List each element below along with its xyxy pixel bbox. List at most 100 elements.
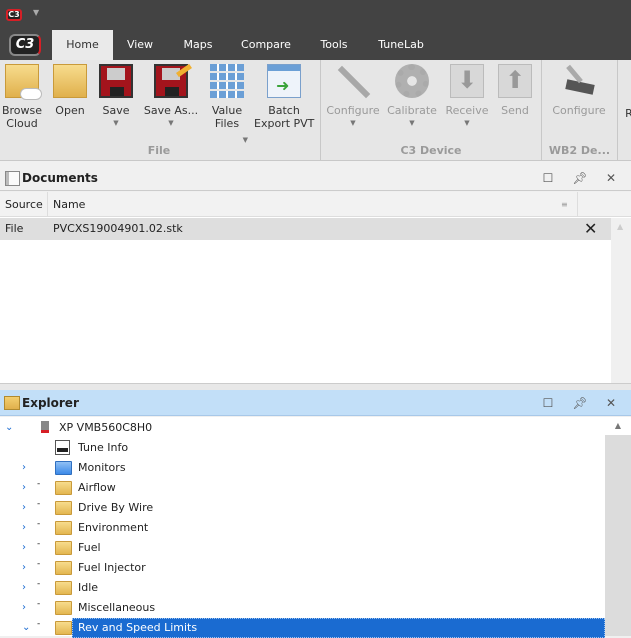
value-files-button[interactable]: Value Files ▼ bbox=[204, 64, 250, 144]
folder-icon bbox=[55, 581, 72, 595]
c3-configure-button[interactable]: Configure ▼ bbox=[326, 64, 380, 130]
chevron-right-icon[interactable]: › bbox=[22, 558, 26, 578]
tab-tunelab[interactable]: TuneLab bbox=[376, 30, 426, 60]
tree-item-rev-and-speed-limits[interactable]: ⌄ - Rev and Speed Limits bbox=[0, 618, 605, 638]
quick-access-dropdown[interactable]: ▼ bbox=[33, 8, 39, 17]
pin-icon[interactable]: 📌︎ bbox=[572, 390, 588, 416]
calibrate-button[interactable]: Calibrate ▼ bbox=[386, 64, 438, 130]
tab-view[interactable]: View bbox=[118, 30, 162, 60]
maximize-icon[interactable]: ☐ bbox=[540, 165, 556, 191]
tab-home[interactable]: Home bbox=[52, 30, 113, 60]
tune-file-icon bbox=[41, 421, 49, 433]
cloud-folder-icon bbox=[5, 64, 42, 100]
panel-title: Explorer bbox=[22, 396, 79, 410]
column-name[interactable]: Name bbox=[53, 192, 85, 217]
pin-icon[interactable]: 📌︎ bbox=[572, 165, 588, 191]
cell-name: PVCXS19004901.02.stk bbox=[53, 222, 183, 235]
chevron-right-icon[interactable]: › bbox=[22, 578, 26, 598]
column-source[interactable]: Source bbox=[5, 192, 43, 217]
group-label-wb2-device: WB2 De... bbox=[548, 144, 611, 157]
grid-header: Source Name ≡ bbox=[0, 192, 631, 217]
tree-item-drive-by-wire[interactable]: › - Drive By Wire bbox=[0, 498, 605, 518]
document-row[interactable]: File PVCXS19004901.02.stk ✕ bbox=[0, 218, 611, 240]
open-button[interactable]: Open bbox=[50, 64, 90, 117]
label: Value Files bbox=[211, 104, 243, 130]
divider bbox=[617, 60, 618, 160]
blue-folder-icon bbox=[55, 461, 72, 475]
truncated-button[interactable]: R bbox=[624, 107, 631, 120]
chevron-down-icon[interactable]: ⌄ bbox=[22, 618, 30, 638]
tree-item-environment[interactable]: › - Environment bbox=[0, 518, 605, 538]
documents-icon bbox=[5, 171, 20, 186]
tree-label: Fuel bbox=[78, 541, 101, 554]
chevron-right-icon[interactable]: › bbox=[22, 598, 26, 618]
label: Calibrate bbox=[387, 104, 437, 117]
maximize-icon[interactable]: ☐ bbox=[540, 390, 556, 416]
wrench-device-icon bbox=[562, 64, 596, 98]
grid-icon bbox=[210, 64, 244, 98]
tab-maps[interactable]: Maps bbox=[176, 30, 220, 60]
tree-label: Rev and Speed Limits bbox=[78, 621, 198, 634]
wb2-configure-button[interactable]: Configure bbox=[548, 64, 610, 117]
browse-cloud-button[interactable]: Browse Cloud bbox=[0, 64, 44, 130]
chevron-right-icon[interactable]: › bbox=[22, 518, 26, 538]
upload-arrow-icon: ⬆ bbox=[498, 64, 532, 98]
folder-icon bbox=[55, 481, 72, 495]
documents-grid: Source Name ≡ File PVCXS19004901.02.stk … bbox=[0, 192, 631, 383]
label: Browse Cloud bbox=[1, 104, 43, 130]
tree-item-miscellaneous[interactable]: › - Miscellaneous bbox=[0, 598, 605, 618]
close-document-icon[interactable]: ✕ bbox=[584, 218, 597, 240]
receive-button[interactable]: ⬇ Receive ▼ bbox=[442, 64, 492, 130]
documents-panel-header: Documents ☐ 📌︎ ✕ bbox=[0, 165, 631, 191]
send-button[interactable]: ⬆ Send bbox=[494, 64, 536, 117]
title-bar: C3 ▼ bbox=[0, 0, 631, 30]
group-label-file: File bbox=[147, 144, 171, 157]
tree-root[interactable]: ⌄ XP VMB560C8H0 bbox=[0, 418, 605, 438]
chevron-down-icon[interactable]: ⌄ bbox=[5, 418, 13, 438]
floppy-disk-icon bbox=[99, 64, 133, 98]
app-logo-icon[interactable]: C3 bbox=[6, 9, 22, 21]
chevron-right-icon[interactable]: › bbox=[22, 478, 26, 498]
sort-icon[interactable]: ≡ bbox=[561, 192, 568, 217]
folder-icon bbox=[55, 601, 72, 615]
cell-source: File bbox=[5, 222, 24, 235]
splitter[interactable] bbox=[0, 383, 631, 390]
close-icon[interactable]: ✕ bbox=[603, 390, 619, 416]
tree-item-monitors[interactable]: › Monitors bbox=[0, 458, 605, 478]
label: Save As... bbox=[143, 104, 199, 117]
tab-compare[interactable]: Compare bbox=[238, 30, 294, 60]
scrollbar[interactable]: ▲ bbox=[611, 218, 631, 383]
folder-icon bbox=[55, 541, 72, 555]
explorer-panel-header: Explorer ☐ 📌︎ ✕ bbox=[0, 390, 631, 416]
ribbon-tabs: C3 Home View Maps Compare Tools TuneLab bbox=[0, 30, 631, 60]
tree-label: Idle bbox=[78, 581, 99, 594]
tree-label: Miscellaneous bbox=[78, 601, 156, 614]
chevron-right-icon[interactable]: › bbox=[22, 498, 26, 518]
label: Configure bbox=[326, 104, 380, 117]
batch-export-pvt-button[interactable]: ➜ Batch Export PVT bbox=[254, 64, 314, 130]
tree-item-airflow[interactable]: › - Airflow bbox=[0, 478, 605, 498]
save-button[interactable]: Save ▼ bbox=[96, 64, 136, 130]
chevron-right-icon[interactable]: › bbox=[22, 538, 26, 558]
tree-item-fuel-injector[interactable]: › - Fuel Injector bbox=[0, 558, 605, 578]
label: Configure bbox=[552, 104, 606, 117]
floppy-disk-edit-icon bbox=[154, 63, 192, 98]
tree-label: XP VMB560C8H0 bbox=[59, 421, 153, 434]
tree-item-tune-info[interactable]: Tune Info bbox=[0, 438, 605, 458]
ribbon: Browse Cloud Open Save ▼ Save As... ▼ Valu… bbox=[0, 60, 631, 161]
chevron-right-icon[interactable]: › bbox=[22, 458, 26, 478]
tree-label: Drive By Wire bbox=[78, 501, 154, 514]
close-icon[interactable]: ✕ bbox=[603, 165, 619, 191]
app-menu-logo[interactable]: C3 bbox=[9, 34, 41, 56]
save-as-button[interactable]: Save As... ▼ bbox=[142, 63, 200, 130]
tree-item-idle[interactable]: › - Idle bbox=[0, 578, 605, 598]
tab-tools[interactable]: Tools bbox=[316, 30, 352, 60]
tree-item-fuel[interactable]: › - Fuel bbox=[0, 538, 605, 558]
scrollbar[interactable]: ▲ bbox=[605, 417, 631, 636]
tree-label: Airflow bbox=[78, 481, 116, 494]
label: Save bbox=[102, 104, 130, 117]
label: Receive bbox=[445, 104, 489, 117]
tune-info-icon bbox=[55, 440, 70, 455]
tree-label: Environment bbox=[78, 521, 149, 534]
folder-icon bbox=[55, 561, 72, 575]
